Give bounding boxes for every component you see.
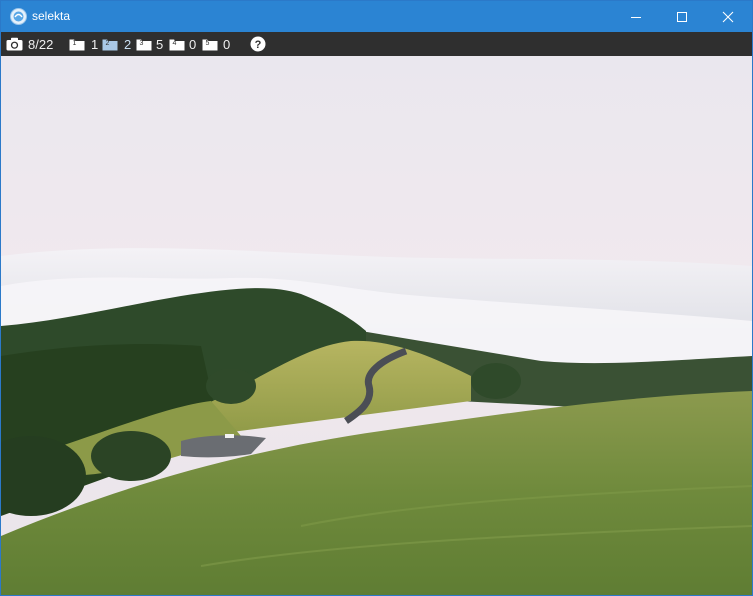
folder-4-count: 0 — [189, 36, 197, 52]
maximize-button[interactable] — [659, 1, 705, 32]
folder-5-count: 0 — [223, 36, 231, 52]
folder-icon: 5 — [202, 39, 218, 50]
folder-icon: 4 — [169, 39, 185, 50]
folder-icon: 3 — [136, 39, 152, 50]
folder-icon-highlighted: 2 — [102, 39, 118, 50]
svg-text:?: ? — [255, 39, 262, 51]
folder-3[interactable]: 3 5 — [136, 32, 163, 56]
image-counter: 8/22 — [6, 32, 53, 56]
close-button[interactable] — [705, 1, 751, 32]
folder-icon: 1 — [69, 39, 85, 50]
camera-icon — [6, 37, 23, 51]
app-logo-icon — [10, 8, 27, 25]
title-bar[interactable]: selekta — [1, 1, 752, 32]
image-counter-text: 8/22 — [28, 36, 54, 52]
window-title: selekta — [32, 9, 71, 23]
svg-text:4: 4 — [173, 40, 177, 47]
help-button[interactable]: ? — [250, 32, 266, 56]
folder-1-count: 1 — [91, 36, 99, 52]
svg-text:2: 2 — [106, 40, 110, 47]
toolbar: 8/22 1 1 2 2 3 5 4 0 5 0 ? — [1, 32, 752, 56]
folder-2[interactable]: 2 2 — [102, 32, 131, 56]
svg-text:5: 5 — [206, 40, 210, 47]
folder-2-count: 2 — [124, 36, 132, 52]
svg-text:1: 1 — [73, 40, 77, 47]
photo-viewer[interactable] — [1, 56, 752, 595]
minimize-icon — [631, 16, 641, 18]
folder-1[interactable]: 1 1 — [69, 32, 98, 56]
question-mark-circle-icon: ? — [250, 36, 266, 52]
maximize-icon — [677, 11, 687, 22]
app-window: selekta 8/22 1 1 2 2 3 5 4 0 5 0 ? — [0, 0, 753, 596]
close-icon — [722, 11, 734, 22]
minimize-button[interactable] — [613, 1, 659, 32]
svg-text:3: 3 — [140, 40, 144, 47]
folder-5[interactable]: 5 0 — [202, 32, 230, 56]
folder-4[interactable]: 4 0 — [169, 32, 196, 56]
folder-3-count: 5 — [156, 36, 164, 52]
landscape-photo — [1, 56, 752, 595]
